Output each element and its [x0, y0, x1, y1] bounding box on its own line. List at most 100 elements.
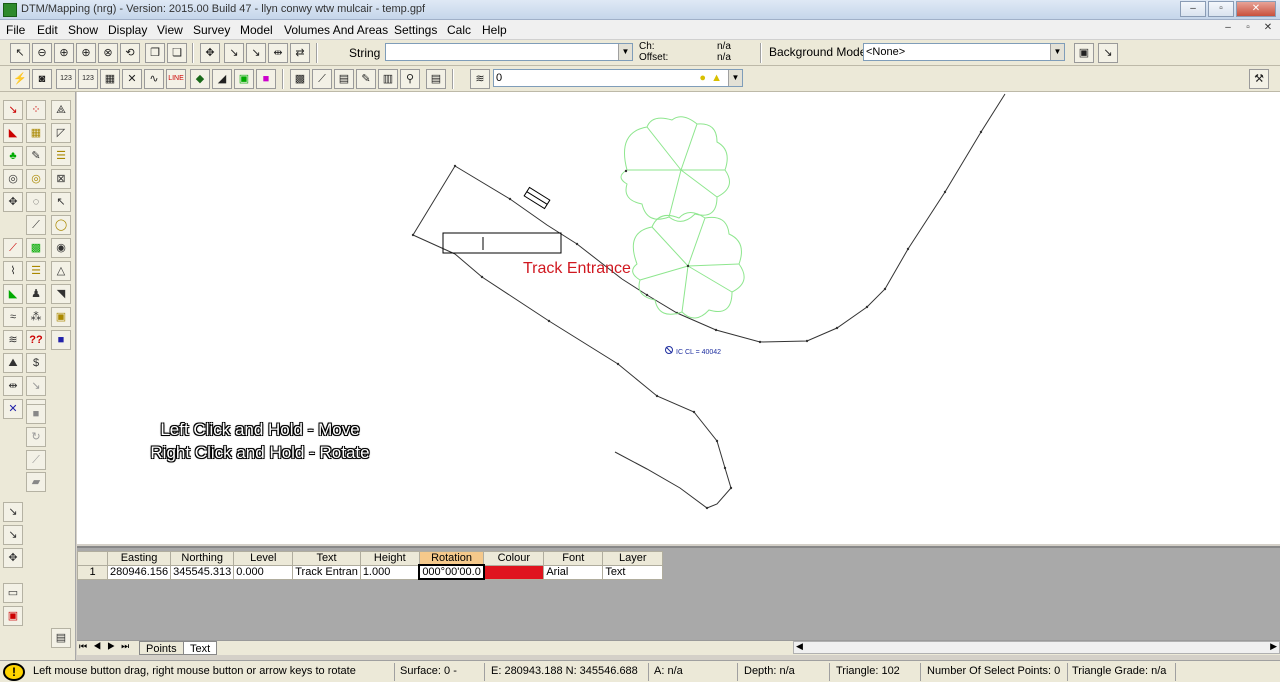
scroll-left-icon[interactable]: ◀	[796, 641, 803, 652]
spiral-icon[interactable]: ◉	[51, 238, 71, 258]
menu-survey[interactable]: Survey	[193, 23, 230, 37]
table-row[interactable]: 1 280946.156 345545.313 0.000 Track Entr…	[77, 564, 664, 580]
col-level[interactable]: Level	[233, 551, 294, 566]
lasso-icon[interactable]: ◌	[26, 192, 46, 212]
pin-icon[interactable]: ⚲	[400, 69, 420, 89]
zoom-extents-icon[interactable]: ⊗	[98, 43, 118, 63]
ruler-icon[interactable]: ☰	[51, 146, 71, 166]
maximize-button[interactable]: ▫	[1208, 1, 1234, 17]
cell-level[interactable]: 0.000	[233, 564, 294, 580]
background-model-combo[interactable]: <None> ▼	[863, 43, 1065, 61]
tree-icon[interactable]: ♣	[3, 146, 23, 166]
cross-lines-icon[interactable]: ✕	[122, 69, 142, 89]
menu-display[interactable]: Display	[108, 23, 147, 37]
slab-icon[interactable]: ▰	[26, 472, 46, 492]
panel-icon[interactable]: ▣	[51, 307, 71, 327]
cell-colour[interactable]	[483, 564, 545, 580]
scatter-icon[interactable]: ⁂	[26, 307, 46, 327]
loop-icon[interactable]: ◎	[26, 169, 46, 189]
disabled-tool-3-icon[interactable]: ↘	[26, 376, 46, 396]
camera-icon[interactable]: ◙	[32, 69, 52, 89]
texture-icon[interactable]: ▩	[26, 238, 46, 258]
col-easting[interactable]: Easting	[106, 551, 172, 566]
swap-points-icon[interactable]: ⇄	[290, 43, 310, 63]
menu-settings[interactable]: Settings	[394, 23, 437, 37]
string-combo[interactable]: ▼	[385, 43, 633, 61]
line-draw-icon[interactable]: ⟋	[3, 238, 23, 258]
dollar-icon[interactable]: $	[26, 353, 46, 373]
col-rotation[interactable]: Rotation	[418, 551, 485, 566]
measure-icon[interactable]: ⟋	[312, 69, 332, 89]
menu-file[interactable]: File	[6, 23, 25, 37]
intersect-icon[interactable]: ✕	[3, 399, 23, 419]
measure-tool-icon[interactable]: ⟋	[26, 450, 46, 470]
contour-line-icon[interactable]: ≋	[3, 330, 23, 350]
rotate-icon[interactable]: ↻	[26, 427, 46, 447]
point-labels-icon[interactable]: 123	[56, 69, 76, 89]
cell-text[interactable]: Track Entran	[292, 564, 361, 580]
cell-height[interactable]: 1.000	[359, 564, 420, 580]
wave-icon[interactable]: ≈	[3, 307, 23, 327]
grid-points-icon[interactable]: ▦	[26, 123, 46, 143]
draw-point-icon[interactable]: ↘	[3, 100, 23, 120]
col-font[interactable]: Font	[543, 551, 604, 566]
tab-points[interactable]: Points	[139, 641, 184, 655]
select-point-icon[interactable]: ↘	[224, 43, 244, 63]
layer-combo[interactable]: 0 ● ▲ ▼	[493, 69, 743, 87]
triangulate-icon[interactable]: ⟁	[51, 100, 71, 120]
tab-text[interactable]: Text	[183, 641, 218, 655]
cell-font[interactable]: Arial	[543, 564, 604, 580]
col-colour[interactable]: Colour	[483, 551, 545, 566]
col-layer[interactable]: Layer	[602, 551, 664, 566]
random-points-icon[interactable]: ⁘	[26, 100, 46, 120]
layer-icon[interactable]: ≋	[470, 69, 490, 89]
menu-calc[interactable]: Calc	[447, 23, 471, 37]
menu-edit[interactable]: Edit	[37, 23, 58, 37]
section-icon[interactable]: ◢	[212, 69, 232, 89]
zoom-out-icon[interactable]: ⊖	[32, 43, 52, 63]
menu-volumes-and-areas[interactable]: Volumes And Areas	[284, 23, 388, 37]
cell-northing[interactable]: 345545.313	[170, 564, 235, 580]
angle-icon[interactable]: ◸	[51, 123, 71, 143]
zoom-in-icon[interactable]: ⊕	[54, 43, 74, 63]
mdi-minimize-button[interactable]: ‒	[1220, 22, 1236, 36]
table-icon[interactable]: ▤	[334, 69, 354, 89]
zoom-previous-icon[interactable]: ⟲	[120, 43, 140, 63]
select-string-icon[interactable]: ↘	[246, 43, 266, 63]
hatch-icon[interactable]: ▦	[100, 69, 120, 89]
pencil-draw-icon[interactable]: ✎	[26, 146, 46, 166]
cross-hatch-icon[interactable]: ⟋	[26, 215, 46, 235]
triangle-tool-icon[interactable]: △	[51, 261, 71, 281]
select-text-icon[interactable]: ↘	[3, 502, 23, 522]
contour-icon[interactable]: ∿	[144, 69, 164, 89]
mdi-close-button[interactable]: ✕	[1260, 22, 1276, 36]
box-tool-icon[interactable]: ⊠	[51, 169, 71, 189]
peak-icon[interactable]: ⛰	[3, 353, 23, 373]
menu-show[interactable]: Show	[68, 23, 98, 37]
menu-help[interactable]: Help	[482, 23, 507, 37]
background-image-icon[interactable]: ▣	[1074, 43, 1094, 63]
cell-layer[interactable]: Text	[602, 564, 664, 580]
polyline-icon[interactable]: ⌇	[3, 261, 23, 281]
grid-display-icon[interactable]: ▩	[290, 69, 310, 89]
screen-icon[interactable]: ▣	[234, 69, 254, 89]
col-height[interactable]: Height	[359, 551, 420, 566]
cell-easting[interactable]: 280946.156	[106, 564, 172, 580]
minimize-button[interactable]: ‒	[1180, 1, 1206, 17]
close-button[interactable]: ✕	[1236, 1, 1276, 17]
lines-icon[interactable]: LINE	[166, 69, 186, 89]
scroll-right-icon[interactable]: ▶	[1270, 641, 1277, 652]
question-icon[interactable]: ??	[26, 330, 46, 350]
figure-icon[interactable]: ♟	[26, 284, 46, 304]
clear-icon[interactable]: ⚒	[1249, 69, 1269, 89]
cube-icon[interactable]: ■	[26, 404, 46, 424]
col-text[interactable]: Text	[292, 551, 361, 566]
report-icon[interactable]: ▤	[426, 69, 446, 89]
window-tool-icon[interactable]: ▭	[3, 583, 23, 603]
select-text2-icon[interactable]: ↘	[3, 525, 23, 545]
zoom-window-icon[interactable]: ⊕	[76, 43, 96, 63]
move-text-icon[interactable]: ✥	[3, 548, 23, 568]
stack-icon[interactable]: ☰	[26, 261, 46, 281]
pan-icon[interactable]: ✥	[200, 43, 220, 63]
select-arrow-icon[interactable]: ↖	[10, 43, 30, 63]
